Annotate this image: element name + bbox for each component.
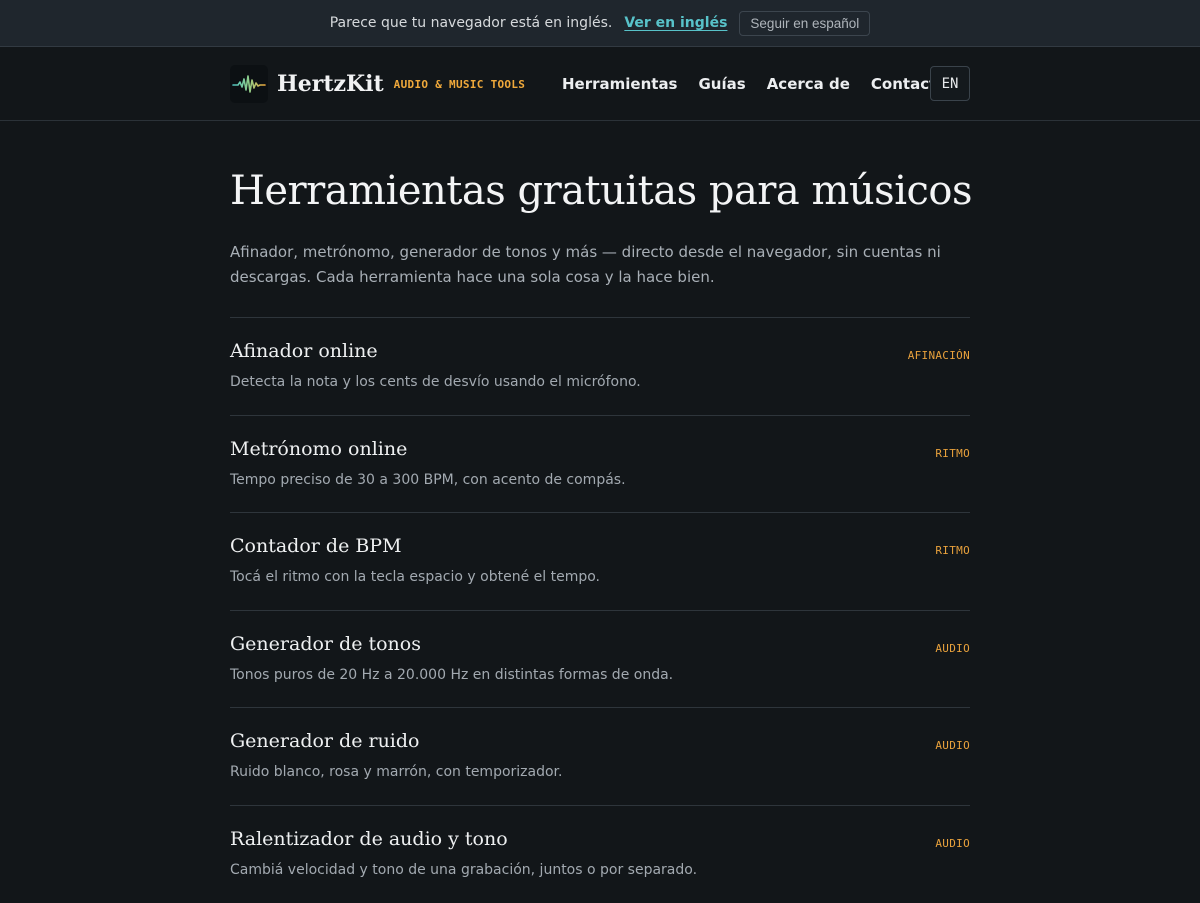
- page-title: Herramientas gratuitas para músicos: [230, 168, 973, 214]
- tool-item-generador-ruido[interactable]: Generador de ruido AUDIO Ruido blanco, r…: [230, 707, 970, 805]
- main-nav: Herramientas Guías Acerca de Contacto: [562, 65, 968, 103]
- tool-category-tag: AUDIO: [935, 739, 970, 753]
- site-header: HertzKit AUDIO & MUSIC TOOLS Herramienta…: [0, 47, 1200, 121]
- tool-name: Generador de ruido: [230, 730, 420, 753]
- tool-category-tag: RITMO: [935, 446, 970, 460]
- tool-name: Generador de tonos: [230, 632, 421, 655]
- tool-name: Afinador online: [230, 340, 378, 362]
- tool-description: Tempo preciso de 30 a 300 BPM, con acent…: [230, 471, 626, 488]
- tool-item-generador-tonos[interactable]: Generador de tonos AUDIO Tonos puros de …: [230, 609, 970, 708]
- brand-name: HertzKit: [277, 71, 384, 97]
- stay-in-spanish-button[interactable]: Seguir en español: [739, 10, 871, 36]
- tool-description: Detecta la nota y los cents de desvío us…: [230, 374, 641, 390]
- tool-category-tag: RITMO: [935, 544, 970, 558]
- language-banner: Parece que tu navegador está en inglés. …: [0, 0, 1200, 47]
- brand-home-link[interactable]: HertzKit AUDIO & MUSIC TOOLS: [230, 65, 525, 103]
- tool-category-tag: AFINACIÓN: [907, 349, 970, 362]
- nav-item-acerca-de[interactable]: Acerca de: [767, 75, 850, 93]
- waveform-icon: [230, 65, 268, 103]
- tool-name: Metrónomo online: [230, 437, 408, 460]
- tool-name: Ralentizador de audio y tono: [230, 827, 508, 850]
- language-toggle-button[interactable]: EN: [930, 66, 970, 101]
- tool-description: Tocá el ritmo con la tecla espacio y obt…: [230, 569, 600, 586]
- brand-tagline: AUDIO & MUSIC TOOLS: [393, 77, 526, 91]
- tool-item-ralentizador[interactable]: Ralentizador de audio y tono AUDIO Cambi…: [230, 804, 970, 903]
- view-in-english-link[interactable]: Ver en inglés: [624, 15, 727, 31]
- language-banner-message: Parece que tu navegador está en inglés.: [329, 15, 613, 31]
- tool-description: Cambiá velocidad y tono de una grabación…: [230, 861, 698, 878]
- tool-description: Tonos puros de 20 Hz a 20.000 Hz en dist…: [230, 666, 674, 683]
- tool-item-afinador[interactable]: Afinador online AFINACIÓN Detecta la not…: [230, 317, 970, 415]
- page-intro: Afinador, metrónomo, generador de tonos …: [230, 243, 941, 286]
- tool-item-contador-bpm[interactable]: Contador de BPM RITMO Tocá el ritmo con …: [230, 512, 970, 610]
- nav-item-guias[interactable]: Guías: [699, 75, 746, 93]
- tool-name: Contador de BPM: [230, 535, 402, 558]
- tool-list: Afinador online AFINACIÓN Detecta la not…: [230, 317, 970, 903]
- tool-description: Ruido blanco, rosa y marrón, con tempori…: [230, 764, 563, 781]
- nav-item-herramientas[interactable]: Herramientas: [562, 75, 678, 93]
- tool-category-tag: AUDIO: [935, 836, 970, 850]
- tool-item-metronomo[interactable]: Metrónomo online RITMO Tempo preciso de …: [230, 414, 970, 513]
- tool-category-tag: AUDIO: [935, 641, 970, 655]
